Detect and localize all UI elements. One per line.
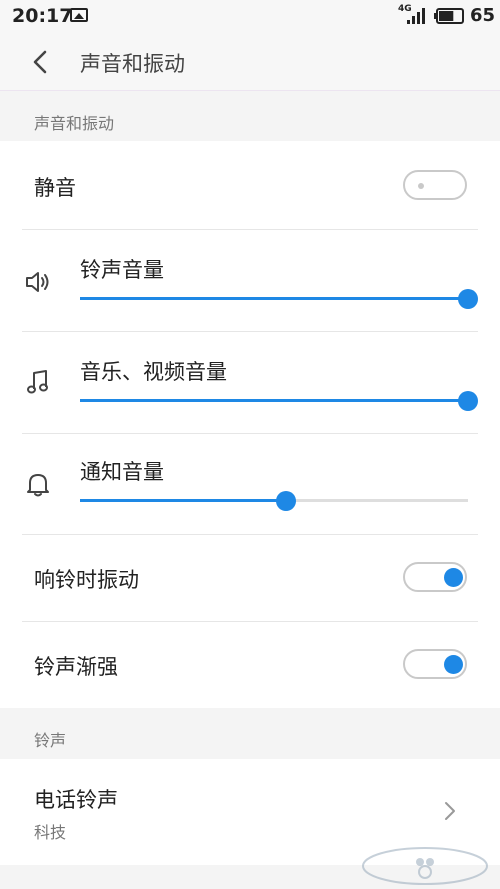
page-title: 声音和振动 bbox=[80, 52, 185, 76]
mute-toggle[interactable] bbox=[403, 170, 467, 200]
media-volume-row: 音乐、视频音量 bbox=[0, 332, 500, 433]
slider-fill bbox=[80, 399, 468, 402]
battery-percent: 65 bbox=[470, 5, 496, 26]
speaker-icon bbox=[26, 272, 49, 292]
back-arrow-icon[interactable] bbox=[28, 48, 52, 76]
slider-fill bbox=[80, 499, 286, 502]
watermark-logo bbox=[362, 847, 488, 885]
toggle-knob bbox=[444, 568, 463, 587]
phone-ringtone-value: 科技 bbox=[34, 823, 67, 842]
sound-settings-card: 静音 铃声音量 音乐、视频音量 通知音量 响铃时振动 铃声渐强 bbox=[0, 141, 500, 708]
mute-label: 静音 bbox=[34, 176, 76, 200]
status-time: 20:17 bbox=[12, 5, 73, 27]
status-bar: 20:17 4G 65 bbox=[0, 0, 500, 34]
vibrate-on-ring-toggle[interactable] bbox=[403, 562, 467, 592]
bell-icon bbox=[27, 474, 49, 497]
section-label-sound: 声音和振动 bbox=[34, 114, 115, 133]
toggle-knob bbox=[418, 183, 424, 189]
notification-volume-label: 通知音量 bbox=[80, 460, 164, 484]
ringer-volume-label: 铃声音量 bbox=[80, 258, 164, 282]
toggle-knob bbox=[444, 655, 463, 674]
signal-icon bbox=[407, 8, 425, 24]
ring-crescendo-row[interactable]: 铃声渐强 bbox=[0, 622, 500, 708]
section-label-ringtone: 铃声 bbox=[34, 731, 67, 750]
image-notification-icon bbox=[70, 8, 88, 22]
ringer-volume-slider[interactable] bbox=[80, 289, 478, 309]
vibrate-on-ring-label: 响铃时振动 bbox=[34, 568, 139, 592]
media-volume-label: 音乐、视频音量 bbox=[80, 360, 227, 384]
phone-ringtone-label: 电话铃声 bbox=[34, 788, 118, 812]
chevron-right-icon bbox=[445, 802, 455, 820]
slider-thumb[interactable] bbox=[458, 289, 478, 309]
media-volume-slider[interactable] bbox=[80, 391, 478, 411]
notification-volume-row: 通知音量 bbox=[0, 434, 500, 534]
mute-row[interactable]: 静音 bbox=[0, 141, 500, 229]
vibrate-on-ring-row[interactable]: 响铃时振动 bbox=[0, 535, 500, 621]
ringer-volume-row: 铃声音量 bbox=[0, 230, 500, 331]
ring-crescendo-label: 铃声渐强 bbox=[34, 655, 118, 679]
battery-icon bbox=[434, 8, 464, 24]
slider-thumb[interactable] bbox=[275, 491, 296, 511]
music-note-icon bbox=[27, 370, 48, 394]
app-header: 声音和振动 bbox=[0, 34, 500, 91]
slider-fill bbox=[80, 297, 468, 300]
notification-volume-slider[interactable] bbox=[80, 491, 468, 511]
ring-crescendo-toggle[interactable] bbox=[403, 649, 467, 679]
slider-thumb[interactable] bbox=[458, 391, 478, 411]
